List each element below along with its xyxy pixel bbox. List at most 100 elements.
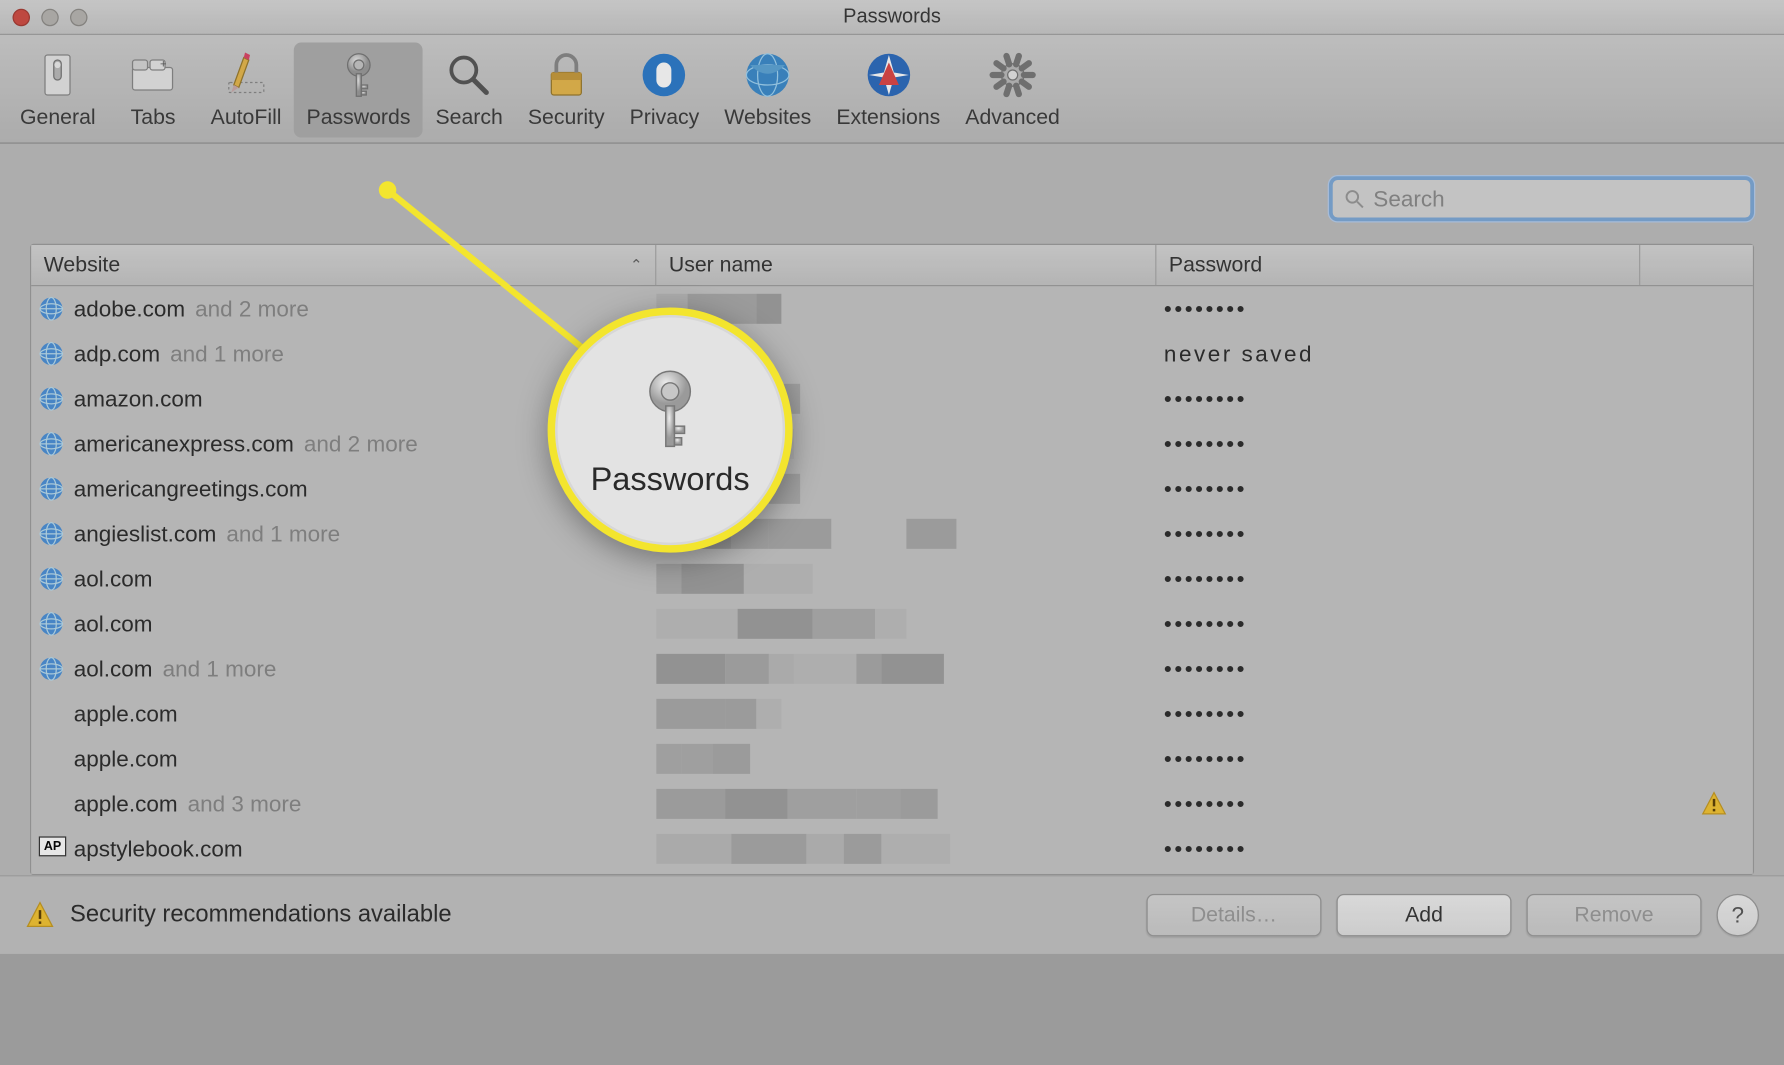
tab-tabs[interactable]: +Tabs xyxy=(108,43,198,138)
site-name: aol.com xyxy=(74,611,153,637)
tab-websites[interactable]: Websites xyxy=(712,43,824,138)
site-name: americangreetings.com xyxy=(74,476,308,502)
cell-username xyxy=(656,831,1156,866)
site-name: apple.com xyxy=(74,746,178,772)
col-username[interactable]: User name xyxy=(656,245,1156,285)
table-row[interactable]: adobe.com and 2 more •••••••• xyxy=(31,286,1753,331)
col-website-label: Website xyxy=(44,253,120,278)
globe-icon xyxy=(39,341,64,366)
col-website[interactable]: Website ⌃ xyxy=(31,245,656,285)
table-row[interactable]: apple.com •••••••• xyxy=(31,736,1753,781)
cell-username xyxy=(656,741,1156,776)
tab-extensions[interactable]: Extensions xyxy=(824,43,953,138)
globe-icon xyxy=(39,476,64,501)
tab-search[interactable]: Search xyxy=(423,43,515,138)
details-button[interactable]: Details… xyxy=(1146,894,1321,937)
tab-label: Security xyxy=(528,105,605,130)
globe-icon xyxy=(39,566,64,591)
cell-username xyxy=(656,291,1156,326)
ap-icon: AP xyxy=(39,836,67,856)
remove-button[interactable]: Remove xyxy=(1526,894,1701,937)
tab-label: Extensions xyxy=(836,105,940,130)
tab-autofill[interactable]: AutoFill xyxy=(198,43,294,138)
cell-username xyxy=(656,336,1156,371)
cell-password: •••••••• xyxy=(1156,296,1645,322)
search-icon xyxy=(442,48,497,103)
table-row[interactable]: amazon.com •••••••• xyxy=(31,376,1753,421)
globe-icon xyxy=(39,656,64,681)
titlebar: Passwords xyxy=(0,0,1784,35)
site-name: apple.com xyxy=(74,791,178,817)
cell-password: •••••••• xyxy=(1156,701,1645,727)
cell-username xyxy=(656,471,1156,506)
tab-label: Privacy xyxy=(630,105,700,130)
advanced-icon xyxy=(985,48,1040,103)
cell-website: AP apstylebook.com xyxy=(39,836,657,862)
globe-icon xyxy=(39,521,64,546)
security-message: Security recommendations available xyxy=(70,901,452,929)
help-button[interactable]: ? xyxy=(1717,894,1760,937)
cell-username xyxy=(656,651,1156,686)
tabs-icon: + xyxy=(126,48,181,103)
site-name: amazon.com xyxy=(74,386,203,412)
site-name: aol.com xyxy=(74,656,153,682)
tab-privacy[interactable]: Privacy xyxy=(617,43,712,138)
general-icon xyxy=(30,48,85,103)
globe-icon xyxy=(39,431,64,456)
globe-icon xyxy=(39,296,64,321)
globe-icon xyxy=(39,386,64,411)
table-row[interactable]: aol.com •••••••• xyxy=(31,601,1753,646)
prefs-toolbar: General+TabsAutoFillPasswordsSearchSecur… xyxy=(0,35,1784,144)
table-row[interactable]: americangreetings.com •••••••• xyxy=(31,466,1753,511)
table-row[interactable]: americanexpress.com and 2 more •••••••• xyxy=(31,421,1753,466)
cell-username xyxy=(656,696,1156,731)
security-icon xyxy=(539,48,594,103)
cell-username xyxy=(656,516,1156,551)
search-input[interactable] xyxy=(1373,186,1740,212)
search-field[interactable] xyxy=(1329,176,1754,221)
col-password[interactable]: Password xyxy=(1156,245,1640,285)
warning-icon xyxy=(25,900,55,930)
table-row[interactable]: aol.com •••••••• xyxy=(31,556,1753,601)
table-row[interactable]: adp.com and 1 more never saved xyxy=(31,331,1753,376)
cell-password: •••••••• xyxy=(1156,836,1645,862)
tab-advanced[interactable]: Advanced xyxy=(953,43,1073,138)
table-row[interactable]: aol.com and 1 more •••••••• xyxy=(31,646,1753,691)
tab-security[interactable]: Security xyxy=(515,43,617,138)
tab-general[interactable]: General xyxy=(8,43,109,138)
table-row[interactable]: angieslist.com and 1 more •••••••• xyxy=(31,511,1753,556)
cell-website: aol.com xyxy=(39,611,657,637)
table-body[interactable]: adobe.com and 2 more •••••••• adp.com an… xyxy=(31,286,1753,874)
cell-password: •••••••• xyxy=(1156,521,1645,547)
cell-website: aol.com xyxy=(39,566,657,592)
col-status xyxy=(1640,245,1753,285)
search-bar xyxy=(30,176,1754,221)
tab-label: Search xyxy=(435,105,502,130)
cell-password: •••••••• xyxy=(1156,566,1645,592)
passwords-icon xyxy=(331,48,386,103)
tab-label: General xyxy=(20,105,96,130)
sort-indicator-icon: ⌃ xyxy=(630,256,643,274)
cell-password: •••••••• xyxy=(1156,386,1645,412)
col-password-label: Password xyxy=(1169,253,1262,278)
cell-website: americangreetings.com xyxy=(39,476,657,502)
cell-username xyxy=(656,786,1156,821)
table-row[interactable]: apple.com and 3 more •••••••• xyxy=(31,781,1753,826)
cell-username xyxy=(656,426,1156,461)
tab-label: Tabs xyxy=(131,105,176,130)
content-area: Website ⌃ User name Password adobe.com a… xyxy=(0,144,1784,875)
tab-passwords[interactable]: Passwords xyxy=(294,43,423,138)
tab-label: Advanced xyxy=(965,105,1060,130)
table-row[interactable]: AP apstylebook.com •••••••• xyxy=(31,826,1753,871)
cell-website: apple.com xyxy=(39,701,657,727)
cell-website: adp.com and 1 more xyxy=(39,341,657,367)
cell-username xyxy=(656,561,1156,596)
cell-username xyxy=(656,606,1156,641)
extensions-icon xyxy=(861,48,916,103)
table-row[interactable]: apple.com •••••••• xyxy=(31,691,1753,736)
site-extra: and 1 more xyxy=(163,656,277,682)
passwords-table: Website ⌃ User name Password adobe.com a… xyxy=(30,244,1754,875)
cell-website: apple.com xyxy=(39,746,657,772)
add-button[interactable]: Add xyxy=(1336,894,1511,937)
site-name: adobe.com xyxy=(74,296,185,322)
